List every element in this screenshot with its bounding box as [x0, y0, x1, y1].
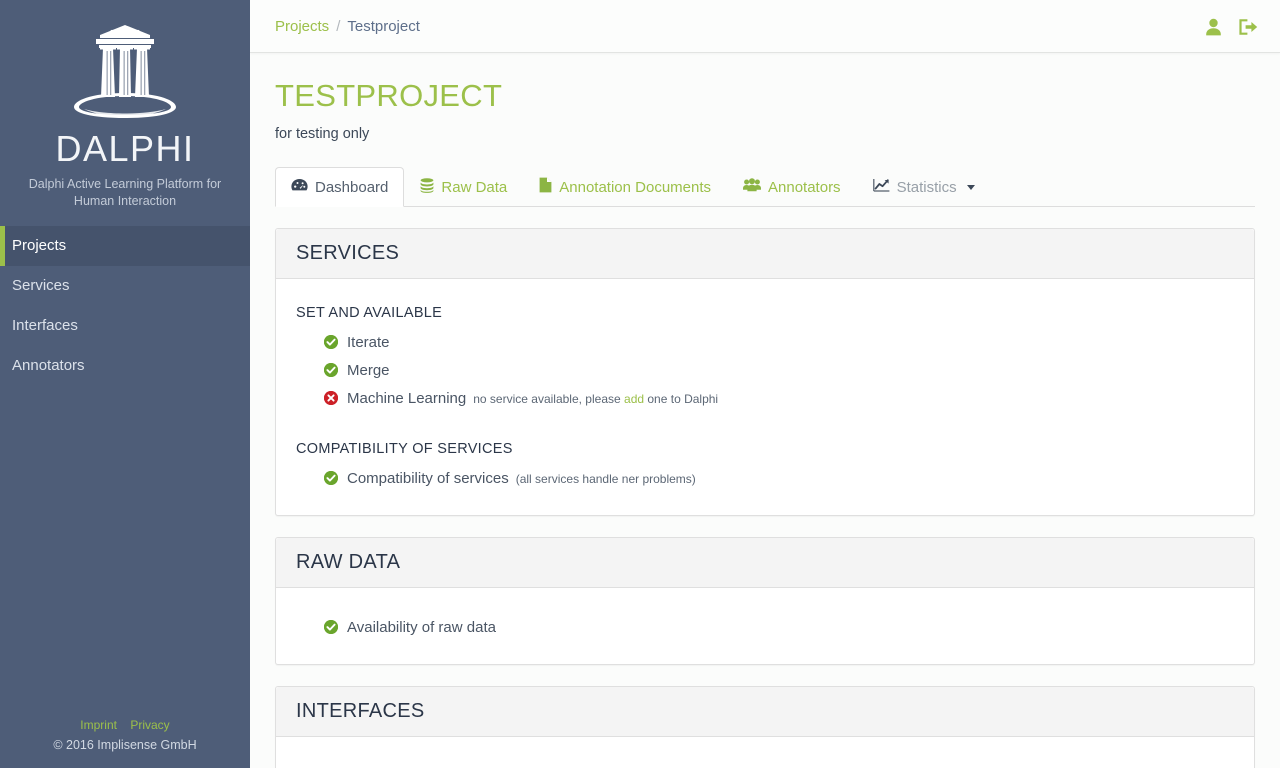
imprint-link[interactable]: Imprint: [80, 718, 117, 732]
check-circle-icon: [324, 620, 338, 634]
check-circle-icon: [324, 363, 338, 377]
list-item: Iterate: [324, 329, 1234, 357]
list-item-label: Merge: [347, 362, 390, 379]
topbar: Projects / Testproject: [250, 0, 1280, 53]
main-area: Projects / Testproject TESTPROJECT for t…: [250, 0, 1280, 768]
temple-columns-logo: [0, 10, 250, 122]
tab-label: Annotators: [768, 178, 841, 196]
panel-body: ner_complete: NER complete: [276, 737, 1254, 768]
section-label-set-and-available: SET AND AVAILABLE: [296, 305, 443, 321]
panel-body: Availability of raw data: [276, 588, 1254, 664]
panel-heading: RAW DATA: [276, 538, 1254, 588]
sidebar-item-label: Services: [12, 277, 70, 294]
list-item: Machine Learning no service available, p…: [324, 385, 1234, 413]
list-item: ner_complete: NER complete: [324, 763, 1234, 768]
list-item-note: no service available, please add one to …: [473, 388, 718, 410]
tab-statistics[interactable]: Statistics: [857, 167, 991, 207]
user-icon[interactable]: [1205, 18, 1222, 36]
list-item-note: (all services handle ner problems): [515, 472, 696, 486]
panel-title: INTERFACES: [296, 700, 425, 722]
brand-subtitle: Dalphi Active Learning Platform for Huma…: [28, 177, 222, 208]
check-circle-icon: [324, 335, 338, 349]
panel-raw-data: RAW DATA Availability of raw data: [275, 537, 1255, 665]
brand-block: DALPHI Dalphi Active Learning Platform f…: [0, 0, 250, 210]
panel-title: SERVICES: [296, 242, 400, 264]
page-title: TESTPROJECT: [275, 78, 503, 113]
note-text-after: one to Dalphi: [644, 392, 719, 406]
tab-annotation-documents[interactable]: Annotation Documents: [523, 167, 727, 207]
brand-title: DALPHI: [55, 128, 195, 169]
footer-links: Imprint Privacy: [0, 716, 250, 734]
sidebar-item-interfaces[interactable]: Interfaces: [0, 306, 250, 346]
database-icon: [420, 177, 434, 197]
sidebar-item-label: Projects: [12, 237, 67, 254]
sidebar-item-projects[interactable]: Projects: [0, 226, 250, 266]
breadcrumb-projects-link[interactable]: Projects: [275, 18, 329, 35]
panel-services: SERVICES SET AND AVAILABLE Iterate Merge…: [275, 228, 1255, 516]
tab-annotators[interactable]: Annotators: [727, 167, 857, 207]
list-item-label: Compatibility of services: [347, 470, 509, 487]
page-subtitle: for testing only: [275, 126, 370, 142]
list-item-label: Availability of raw data: [347, 619, 496, 636]
service-status-list: Iterate Merge Machine Learning no servic…: [296, 329, 1234, 413]
panel-body: SET AND AVAILABLE Iterate Merge Machine …: [276, 279, 1254, 515]
tab-label: Statistics: [896, 178, 957, 196]
interfaces-status-list: ner_complete: NER complete: [296, 763, 1234, 768]
add-service-link[interactable]: add: [624, 392, 644, 406]
times-circle-icon: [324, 391, 338, 405]
copyright-text: © 2016 Implisense GmbH: [53, 738, 197, 752]
list-item-label: Iterate: [347, 334, 390, 351]
panel-heading: INTERFACES: [276, 687, 1254, 737]
list-item-label: Machine Learning: [347, 390, 467, 407]
dashboard-icon: [291, 178, 308, 196]
tab-label: Annotation Documents: [559, 178, 712, 196]
section-label-compatibility-of-services: COMPATIBILITY OF SERVICES: [296, 441, 513, 457]
sidebar-item-annotators[interactable]: Annotators: [0, 346, 250, 386]
chevron-down-icon: [966, 184, 975, 190]
list-item: Merge: [324, 357, 1234, 385]
line-chart-icon: [872, 178, 890, 196]
topbar-icons: [1205, 0, 1258, 53]
tab-label: Raw Data: [441, 178, 508, 196]
compatibility-status-list: Compatibility of services (all services …: [296, 465, 1234, 493]
breadcrumb-current: Testproject: [347, 18, 420, 35]
sidebar-footer: Imprint Privacy © 2016 Implisense GmbH: [0, 716, 250, 752]
breadcrumb: Projects / Testproject: [275, 0, 420, 53]
sidebar-item-label: Interfaces: [12, 317, 78, 334]
sidebar-nav: Projects Services Interfaces Annotators: [0, 226, 250, 386]
breadcrumb-separator: /: [336, 18, 341, 35]
check-circle-icon: [324, 471, 338, 485]
tab-dashboard[interactable]: Dashboard: [275, 167, 405, 207]
raw-data-status-list: Availability of raw data: [296, 614, 1234, 642]
panel-heading: SERVICES: [276, 229, 1254, 279]
list-item: Compatibility of services (all services …: [324, 465, 1234, 493]
tab-label: Dashboard: [315, 178, 389, 196]
sidebar: DALPHI Dalphi Active Learning Platform f…: [0, 0, 250, 768]
content-area: TESTPROJECT for testing only Dashboard R…: [250, 53, 1280, 768]
sidebar-item-services[interactable]: Services: [0, 266, 250, 306]
panel-title: RAW DATA: [296, 551, 401, 573]
users-icon: [743, 178, 762, 196]
tab-raw-data[interactable]: Raw Data: [404, 167, 523, 207]
sidebar-item-label: Annotators: [12, 357, 85, 374]
note-text-before: no service available, please: [473, 392, 625, 406]
privacy-link[interactable]: Privacy: [130, 718, 169, 732]
tab-bar: Dashboard Raw Data Annotation Documents …: [275, 166, 1255, 207]
file-icon: [539, 177, 552, 197]
list-item: Availability of raw data: [324, 614, 1234, 642]
sign-out-icon[interactable]: [1238, 18, 1258, 36]
panel-interfaces: INTERFACES ner_complete: NER complete: [275, 686, 1255, 768]
